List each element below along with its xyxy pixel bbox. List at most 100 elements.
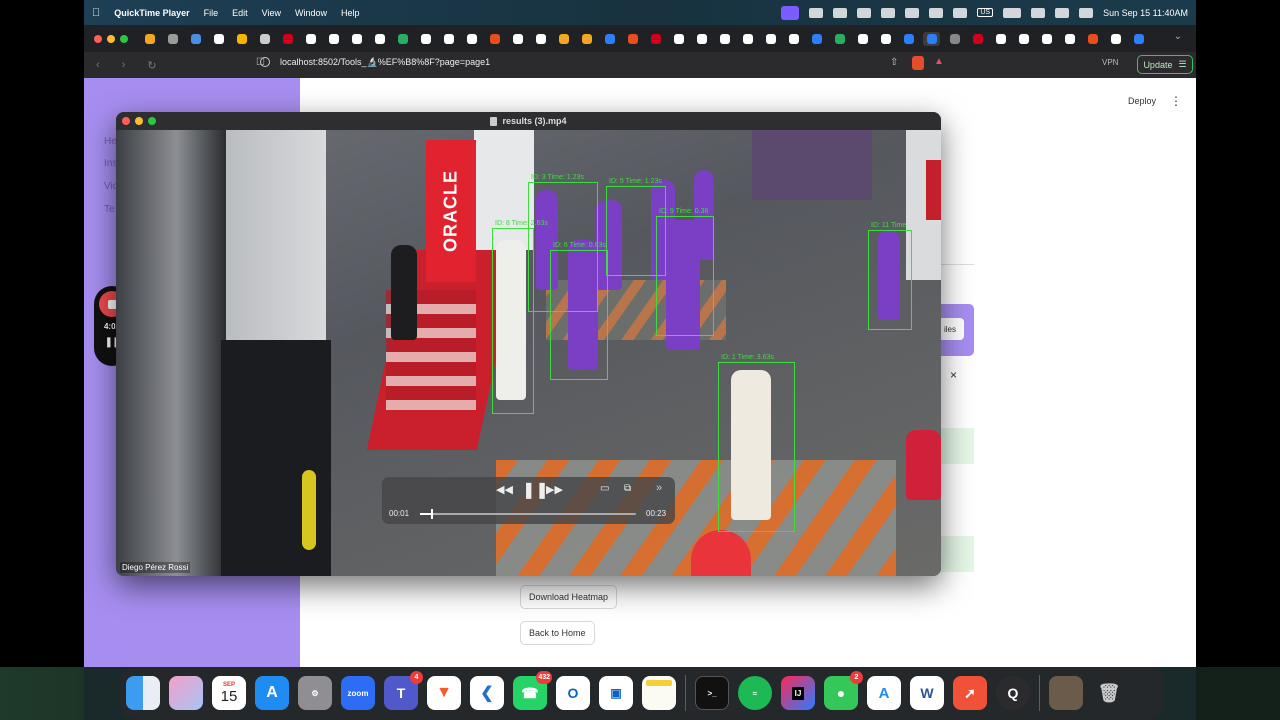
control-center-icon[interactable] [1079, 7, 1094, 18]
browser-tab[interactable] [302, 32, 319, 46]
app-menu[interactable]: QuickTime Player [114, 8, 189, 18]
browser-tab[interactable] [164, 32, 181, 46]
menu-view[interactable]: View [262, 8, 281, 18]
browser-tab[interactable] [141, 32, 158, 46]
remote-desktop-icon[interactable]: ▣ [599, 676, 633, 710]
status-icon[interactable] [833, 7, 848, 18]
browser-tab[interactable] [900, 32, 917, 46]
trash-icon[interactable]: 🗑 [1092, 676, 1126, 710]
close-icon[interactable]: × [950, 368, 957, 382]
notes-icon[interactable] [642, 676, 676, 710]
zoom-icon[interactable]: zoom [341, 676, 375, 710]
rewind-icon[interactable]: ◀◀ [496, 483, 513, 496]
browser-tab[interactable] [233, 32, 250, 46]
browser-tab[interactable] [1015, 32, 1032, 46]
browser-tab[interactable] [831, 32, 848, 46]
browser-tab[interactable] [693, 32, 710, 46]
more-options-icon[interactable]: ⋮ [1170, 94, 1182, 108]
browser-tab[interactable] [1130, 32, 1147, 46]
browser-tab[interactable] [762, 32, 779, 46]
status-icon[interactable] [809, 7, 824, 18]
brave-icon[interactable]: ▼ [427, 676, 461, 710]
browser-tab[interactable] [1038, 32, 1055, 46]
menu-window[interactable]: Window [295, 8, 327, 18]
browser-tab[interactable] [256, 32, 273, 46]
browser-tab[interactable] [509, 32, 526, 46]
zoom-window-button[interactable] [148, 117, 156, 125]
window-title-bar[interactable]: results (3).mp4 [116, 112, 941, 130]
browser-tab[interactable] [371, 32, 388, 46]
picture-in-picture-icon[interactable]: ⧉ [624, 483, 631, 494]
calendar-icon[interactable]: SEP 15 [212, 676, 246, 710]
fast-forward-icon[interactable]: ▶▶ [546, 483, 563, 496]
browser-tab[interactable] [739, 32, 756, 46]
back-icon[interactable]: ‹ [96, 59, 100, 71]
site-info-icon[interactable] [260, 57, 270, 67]
bluetooth-icon[interactable] [929, 7, 944, 18]
app-store-icon[interactable]: A [255, 676, 289, 710]
browser-tab[interactable] [187, 32, 204, 46]
battery-icon[interactable] [1003, 7, 1022, 18]
rewards-icon[interactable]: ▲ [934, 56, 944, 67]
minimize-window-button[interactable] [135, 117, 143, 125]
browser-tab[interactable] [279, 32, 296, 46]
sidebar-link-home[interactable]: He [104, 136, 117, 147]
browser-tab[interactable] [394, 32, 411, 46]
browser-tab[interactable] [486, 32, 503, 46]
launchpad-icon[interactable] [169, 676, 203, 710]
status-icon[interactable] [905, 7, 920, 18]
browser-tab[interactable] [877, 32, 894, 46]
browser-tab[interactable] [946, 32, 963, 46]
browser-tab[interactable] [1061, 32, 1078, 46]
outlook-icon[interactable]: O [556, 676, 590, 710]
swift-playgrounds-icon[interactable]: ➚ [953, 676, 987, 710]
browser-tab[interactable] [532, 32, 549, 46]
minimize-window-button[interactable] [107, 34, 115, 43]
browser-tab[interactable] [969, 32, 986, 46]
search-icon[interactable] [1055, 7, 1070, 18]
scrubber[interactable] [420, 509, 636, 519]
back-to-home-button[interactable]: Back to Home [520, 621, 595, 645]
vscode-icon[interactable]: ❮ [470, 676, 504, 710]
browser-tab[interactable] [417, 32, 434, 46]
browser-tab[interactable] [992, 32, 1009, 46]
wifi-icon[interactable] [1031, 7, 1046, 18]
airplay-icon[interactable]: ▭ [600, 483, 609, 494]
deploy-button[interactable]: Deploy [1128, 96, 1156, 106]
browser-tab[interactable] [670, 32, 687, 46]
close-window-button[interactable] [122, 117, 130, 125]
chevron-down-icon[interactable]: ⌄ [1174, 31, 1182, 42]
browser-tab[interactable] [716, 32, 733, 46]
url-field[interactable]: localhost:8502/Tools_🔬%EF%B8%8F?page=pag… [280, 57, 490, 68]
word-icon[interactable]: W [910, 676, 944, 710]
zoom-window-button[interactable] [120, 34, 128, 43]
teams-icon[interactable]: T4 [384, 671, 423, 710]
browser-tab[interactable] [601, 32, 618, 46]
system-settings-icon[interactable]: ⚙ [298, 676, 332, 710]
browser-tab[interactable] [624, 32, 641, 46]
intellij-icon[interactable]: IJ [781, 676, 815, 710]
menu-edit[interactable]: Edit [232, 8, 248, 18]
terminal-icon[interactable]: >_ [695, 676, 729, 710]
browser-tab[interactable] [440, 32, 457, 46]
browser-tab[interactable] [555, 32, 572, 46]
browser-tab[interactable] [348, 32, 365, 46]
spotify-icon[interactable]: ≈ [738, 676, 772, 710]
browser-tab[interactable] [854, 32, 871, 46]
quicktime-icon[interactable]: Q [996, 676, 1030, 710]
browser-tab[interactable] [923, 31, 940, 46]
cloud-icon[interactable] [857, 7, 872, 18]
scrubber-handle[interactable] [430, 509, 433, 519]
browser-tab[interactable] [210, 32, 227, 46]
keyboard-layout[interactable]: US [977, 8, 994, 17]
messages-icon[interactable]: ● 2 [824, 671, 863, 710]
browser-tab[interactable] [325, 32, 342, 46]
browser-tab[interactable] [463, 32, 480, 46]
brave-shield-icon[interactable] [912, 56, 924, 70]
browser-tab[interactable] [1107, 32, 1124, 46]
browser-tab[interactable] [578, 32, 595, 46]
menu-file[interactable]: File [204, 8, 219, 18]
browser-tab[interactable] [785, 32, 802, 46]
globe-icon[interactable] [881, 7, 896, 18]
xcode-instruments-icon[interactable]: A [867, 676, 901, 710]
